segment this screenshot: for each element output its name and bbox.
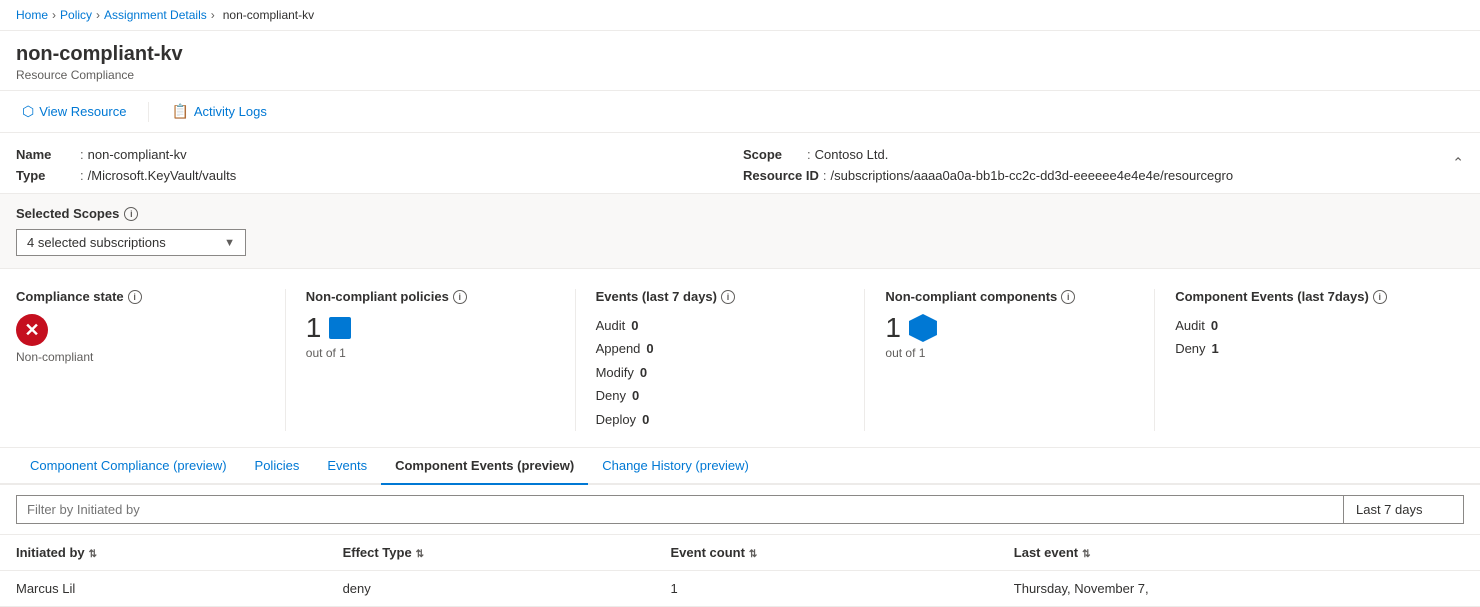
filter-input[interactable] xyxy=(16,495,1344,524)
activity-logs-icon: 📋 xyxy=(171,103,188,120)
type-label: Type xyxy=(16,168,76,183)
type-row: Type : /Microsoft.KeyVault/vaults xyxy=(16,168,737,183)
scope-row: Scope : Contoso Ltd. xyxy=(743,147,1464,162)
events-header: Events (last 7 days) i xyxy=(596,289,845,304)
cell-initiated_by: Marcus Lil xyxy=(0,570,327,606)
tab-change-history[interactable]: Change History (preview) xyxy=(588,448,763,485)
stats-row: Compliance state i ✕ Non-compliant Non-c… xyxy=(0,269,1480,448)
cell-event_count: 1 xyxy=(655,570,998,606)
breadcrumb-assignment-details[interactable]: Assignment Details xyxy=(104,8,207,22)
events-block: Events (last 7 days) i Audit 0Append 0Mo… xyxy=(596,289,866,431)
tabs-row: Component Compliance (preview)PoliciesEv… xyxy=(0,448,1480,485)
scope-label: Scope xyxy=(743,147,803,162)
non-compliant-policies-info-icon[interactable]: i xyxy=(453,290,467,304)
compliance-state-header: Compliance state i xyxy=(16,289,265,304)
view-resource-button[interactable]: ⬡ View Resource xyxy=(16,99,132,124)
tab-component-events[interactable]: Component Events (preview) xyxy=(381,448,588,485)
scopes-info-icon[interactable]: i xyxy=(124,207,138,221)
compliance-state-info-icon[interactable]: i xyxy=(128,290,142,304)
event-item: Deploy 0 xyxy=(596,408,845,431)
breadcrumb-current: non-compliant-kv xyxy=(223,8,314,22)
page-subtitle: Resource Compliance xyxy=(16,68,1464,82)
resource-details: Name : non-compliant-kv Type : /Microsof… xyxy=(0,133,1480,194)
resource-id-row: Resource ID : /subscriptions/aaaa0a0a-bb… xyxy=(743,168,1464,183)
event-item: Append 0 xyxy=(596,337,845,360)
non-compliant-policies-block: Non-compliant policies i 1 out of 1 xyxy=(306,289,576,431)
component-events-info-icon[interactable]: i xyxy=(1373,290,1387,304)
compliance-state-block: Compliance state i ✕ Non-compliant xyxy=(16,289,286,431)
breadcrumb-policy[interactable]: Policy xyxy=(60,8,92,22)
toolbar-divider xyxy=(148,102,149,122)
component-cube-icon xyxy=(909,314,937,342)
tab-policies[interactable]: Policies xyxy=(241,448,314,485)
non-compliant-icon: ✕ xyxy=(16,314,48,346)
name-row: Name : non-compliant-kv xyxy=(16,147,737,162)
non-compliant-policies-number: 1 xyxy=(306,314,322,342)
col-initiated-by[interactable]: Initiated by⇅ xyxy=(0,535,327,571)
events-list: Audit 0Append 0Modify 0Deny 0Deploy 0 xyxy=(596,314,845,431)
activity-logs-button[interactable]: 📋 Activity Logs xyxy=(165,99,272,124)
cell-effect_type: deny xyxy=(327,570,655,606)
breadcrumb: Home › Policy › Assignment Details › non… xyxy=(0,0,1480,31)
collapse-button[interactable]: ⌃ xyxy=(1452,155,1464,172)
component-events-list: Audit 0Deny 1 xyxy=(1175,314,1424,361)
cell-last_event: Thursday, November 7, xyxy=(998,570,1480,606)
name-value: non-compliant-kv xyxy=(88,147,187,162)
col-effect-type[interactable]: Effect Type⇅ xyxy=(327,535,655,571)
event-item: Deny 0 xyxy=(596,384,845,407)
col-last-event[interactable]: Last event⇅ xyxy=(998,535,1480,571)
data-table: Initiated by⇅Effect Type⇅Event count⇅Las… xyxy=(0,535,1480,607)
compliance-state-value: Non-compliant xyxy=(16,350,265,364)
page-header: non-compliant-kv Resource Compliance xyxy=(0,31,1480,91)
events-info-icon[interactable]: i xyxy=(721,290,735,304)
time-range-dropdown[interactable]: Last 7 days xyxy=(1344,495,1464,524)
scope-value: Contoso Ltd. xyxy=(815,147,889,162)
scopes-label: Selected Scopes i xyxy=(16,206,1464,221)
filter-bar: Last 7 days xyxy=(0,485,1480,535)
table-row[interactable]: Marcus Lildeny1Thursday, November 7, xyxy=(0,570,1480,606)
non-compliant-policies-header: Non-compliant policies i xyxy=(306,289,555,304)
name-label: Name xyxy=(16,147,76,162)
non-compliant-components-block: Non-compliant components i 1 out of 1 xyxy=(885,289,1155,431)
component-events-block: Component Events (last 7days) i Audit 0D… xyxy=(1175,289,1444,431)
component-events-header: Component Events (last 7days) i xyxy=(1175,289,1424,304)
component-event-item: Audit 0 xyxy=(1175,314,1424,337)
component-event-item: Deny 1 xyxy=(1175,337,1424,360)
resource-id-label: Resource ID xyxy=(743,168,819,183)
scopes-dropdown[interactable]: 4 selected subscriptions ▼ xyxy=(16,229,246,256)
view-resource-icon: ⬡ xyxy=(22,103,34,120)
toolbar: ⬡ View Resource 📋 Activity Logs xyxy=(0,91,1480,133)
non-compliant-policies-sub: out of 1 xyxy=(306,346,555,360)
type-value: /Microsoft.KeyVault/vaults xyxy=(88,168,237,183)
dropdown-arrow-icon: ▼ xyxy=(224,237,235,249)
non-compliant-components-sub: out of 1 xyxy=(885,346,1134,360)
col-event-count[interactable]: Event count⇅ xyxy=(655,535,998,571)
breadcrumb-home[interactable]: Home xyxy=(16,8,48,22)
scopes-section: Selected Scopes i 4 selected subscriptio… xyxy=(0,194,1480,269)
tab-component-compliance[interactable]: Component Compliance (preview) xyxy=(16,448,241,485)
non-compliant-components-number: 1 xyxy=(885,314,901,342)
page-title: non-compliant-kv xyxy=(16,43,1464,66)
non-compliant-components-header: Non-compliant components i xyxy=(885,289,1134,304)
event-item: Audit 0 xyxy=(596,314,845,337)
non-compliant-components-info-icon[interactable]: i xyxy=(1061,290,1075,304)
event-item: Modify 0 xyxy=(596,361,845,384)
resource-id-value: /subscriptions/aaaa0a0a-bb1b-cc2c-dd3d-e… xyxy=(831,168,1234,183)
policy-icon xyxy=(329,317,351,339)
tab-events[interactable]: Events xyxy=(313,448,381,485)
